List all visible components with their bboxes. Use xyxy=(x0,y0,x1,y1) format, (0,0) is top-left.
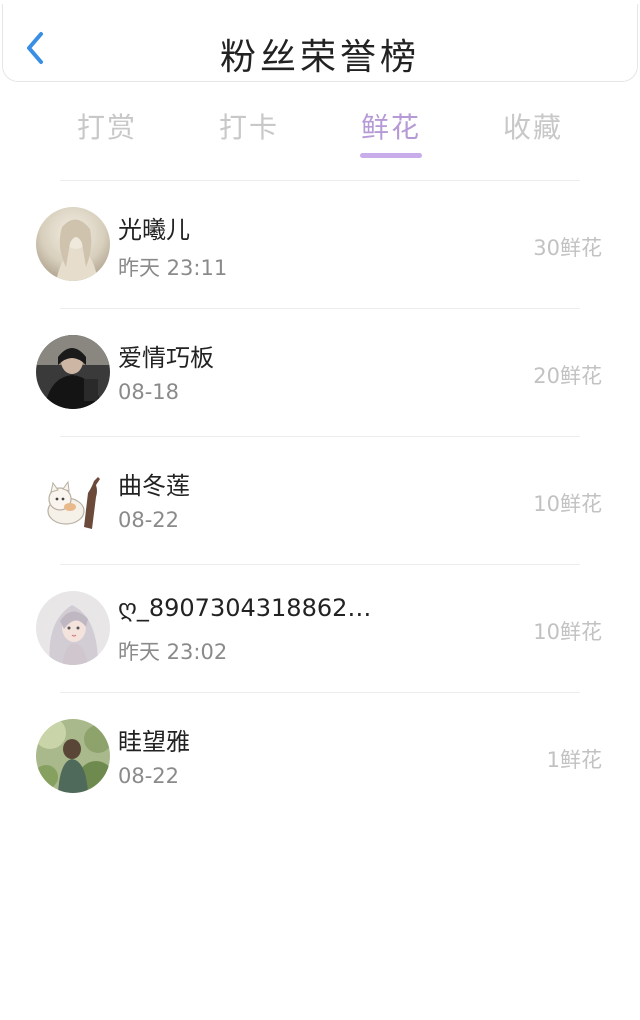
fan-time: 昨天 23:02 xyxy=(118,640,228,664)
tab-flowers[interactable]: 鲜花 xyxy=(341,106,441,146)
tab-reward[interactable]: 打赏 xyxy=(57,106,157,146)
avatar[interactable] xyxy=(36,591,110,665)
fan-name: 光曦儿 xyxy=(118,216,190,244)
fan-name: 曲冬莲 xyxy=(118,472,190,500)
avatar[interactable] xyxy=(36,463,110,537)
fan-time: 08-18 xyxy=(118,380,180,404)
header-bar: 粉丝荣誉榜 xyxy=(2,4,638,82)
fan-flower-count: 30鲜花 xyxy=(533,236,602,260)
list-item[interactable]: 光曦儿 昨天 23:11 30鲜花 xyxy=(0,180,640,308)
list-item[interactable]: ღ_8907304318862… 昨天 23:02 10鲜花 xyxy=(0,564,640,692)
fan-name: 眭望雅 xyxy=(118,728,190,756)
page-title: 粉丝荣誉榜 xyxy=(219,37,420,78)
avatar[interactable] xyxy=(36,335,110,409)
avatar[interactable] xyxy=(36,719,110,793)
avatar[interactable] xyxy=(36,207,110,281)
list-item[interactable]: 眭望雅 08-22 1鲜花 xyxy=(0,692,640,820)
list-item[interactable]: 爱情巧板 08-18 20鲜花 xyxy=(0,308,640,436)
fan-name: 爱情巧板 xyxy=(118,344,214,372)
fan-time: 昨天 23:11 xyxy=(118,256,228,280)
fan-name: ღ_8907304318862… xyxy=(118,594,372,622)
fan-flower-count: 20鲜花 xyxy=(533,364,602,388)
tab-favorites[interactable]: 收藏 xyxy=(483,106,583,146)
fan-time: 08-22 xyxy=(118,764,180,788)
tab-checkin[interactable]: 打卡 xyxy=(199,106,299,146)
active-tab-indicator xyxy=(360,153,422,158)
fan-time: 08-22 xyxy=(118,508,180,532)
tab-bar: 打赏 打卡 鲜花 收藏 xyxy=(0,100,640,164)
fan-flower-count: 1鲜花 xyxy=(546,748,602,772)
list-item[interactable]: 曲冬莲 08-22 10鲜花 xyxy=(0,436,640,564)
fan-flower-count: 10鲜花 xyxy=(533,620,602,644)
fan-honor-page: 粉丝荣誉榜 打赏 打卡 鲜花 收藏 光曦儿 昨天 23:11 30鲜花 爱情巧板… xyxy=(0,0,640,1020)
fan-flower-count: 10鲜花 xyxy=(533,492,602,516)
